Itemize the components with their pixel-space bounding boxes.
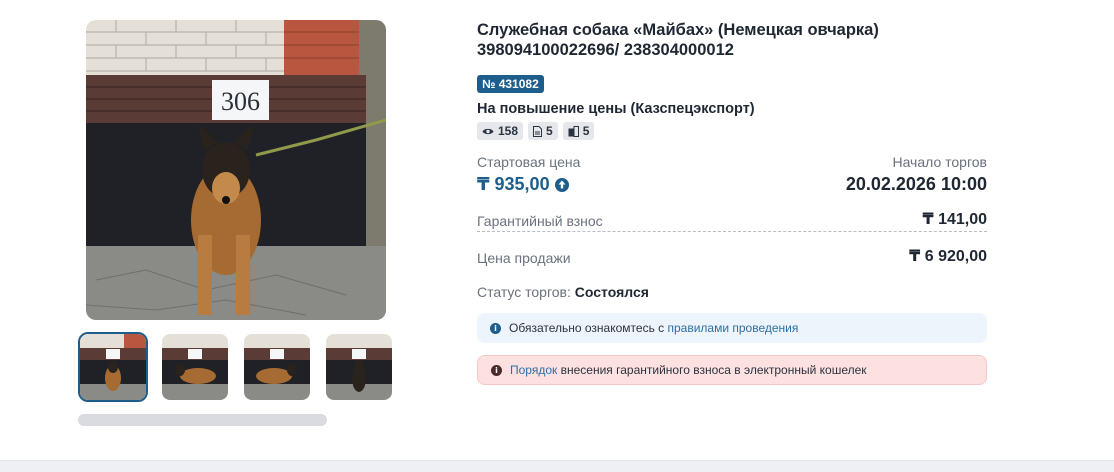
thumbnail-2[interactable] <box>160 332 230 402</box>
info-icon: i <box>490 322 501 334</box>
rules-link[interactable]: правилами проведения <box>668 321 799 335</box>
trade-start-value: 20.02.2026 10:00 <box>845 174 987 194</box>
arrow-up-circle-icon[interactable] <box>554 177 569 192</box>
eye-icon <box>482 127 494 136</box>
lot-number-badge: № 431082 <box>477 75 544 93</box>
document-icon <box>533 125 543 137</box>
deposit-notice-text: внесения гарантийного взноса в электронн… <box>560 363 867 377</box>
guarantee-row: Гарантийный взнос ₸ 141,00 <box>477 209 987 232</box>
views-count: 158 <box>498 124 519 138</box>
status-value: Состоялся <box>574 284 649 300</box>
documents-count: 5 <box>546 124 553 138</box>
documents-stat: 5 <box>528 122 558 140</box>
views-stat: 158 <box>477 122 524 140</box>
house-number-sign: 306 <box>221 87 260 116</box>
sale-row: Цена продажи ₸ 6 920,00 <box>477 246 987 268</box>
trade-start-label: Начало торгов <box>892 154 987 170</box>
page-bottom-strip <box>0 460 1114 472</box>
guarantee-label: Гарантийный взнос <box>477 213 603 229</box>
thumbnail-1[interactable] <box>78 332 148 402</box>
bids-stat: 5 <box>562 122 595 140</box>
start-price-value-wrap: ₸ 935,00 <box>477 174 580 195</box>
sale-price-label: Цена продажи <box>477 250 571 266</box>
guarantee-value: ₸ 141,00 <box>922 211 987 228</box>
info-icon: i <box>491 364 502 376</box>
bids-count: 5 <box>582 124 590 138</box>
deposit-notice: i Порядок внесения гарантийного взноса в… <box>477 355 987 385</box>
thumbnail-scrollbar[interactable] <box>78 414 327 426</box>
deposit-order-link[interactable]: Порядок <box>510 363 557 377</box>
lot-stats: 158 5 5 <box>477 122 987 140</box>
auction-type: На повышение цены (Казспецэкспорт) <box>477 101 755 117</box>
main-lot-photo[interactable]: 306 <box>86 20 386 320</box>
thumbnail-4[interactable] <box>324 332 394 402</box>
lot-title: Служебная собака «Майбах» (Немецкая овча… <box>477 21 879 59</box>
start-price-label: Стартовая цена <box>477 154 581 170</box>
status-label: Статус торгов: <box>477 284 571 300</box>
thumbnail-3[interactable] <box>242 332 312 402</box>
start-price-value: ₸ 935,00 <box>477 174 550 194</box>
lot-details: Служебная собака «Майбах» (Немецкая овча… <box>477 20 987 385</box>
rules-notice: i Обязательно ознакомтесь с правилами пр… <box>477 313 987 343</box>
rules-notice-text: Обязательно ознакомтесь с <box>509 321 665 335</box>
price-row: Стартовая цена ₸ 935,00 Начало торгов 20… <box>477 154 987 195</box>
bids-icon <box>568 125 579 137</box>
auction-status: Статус торгов: Состоялся <box>477 284 987 300</box>
sale-price-value: ₸ 6 920,00 <box>909 248 987 265</box>
thumbnail-strip <box>78 332 394 402</box>
